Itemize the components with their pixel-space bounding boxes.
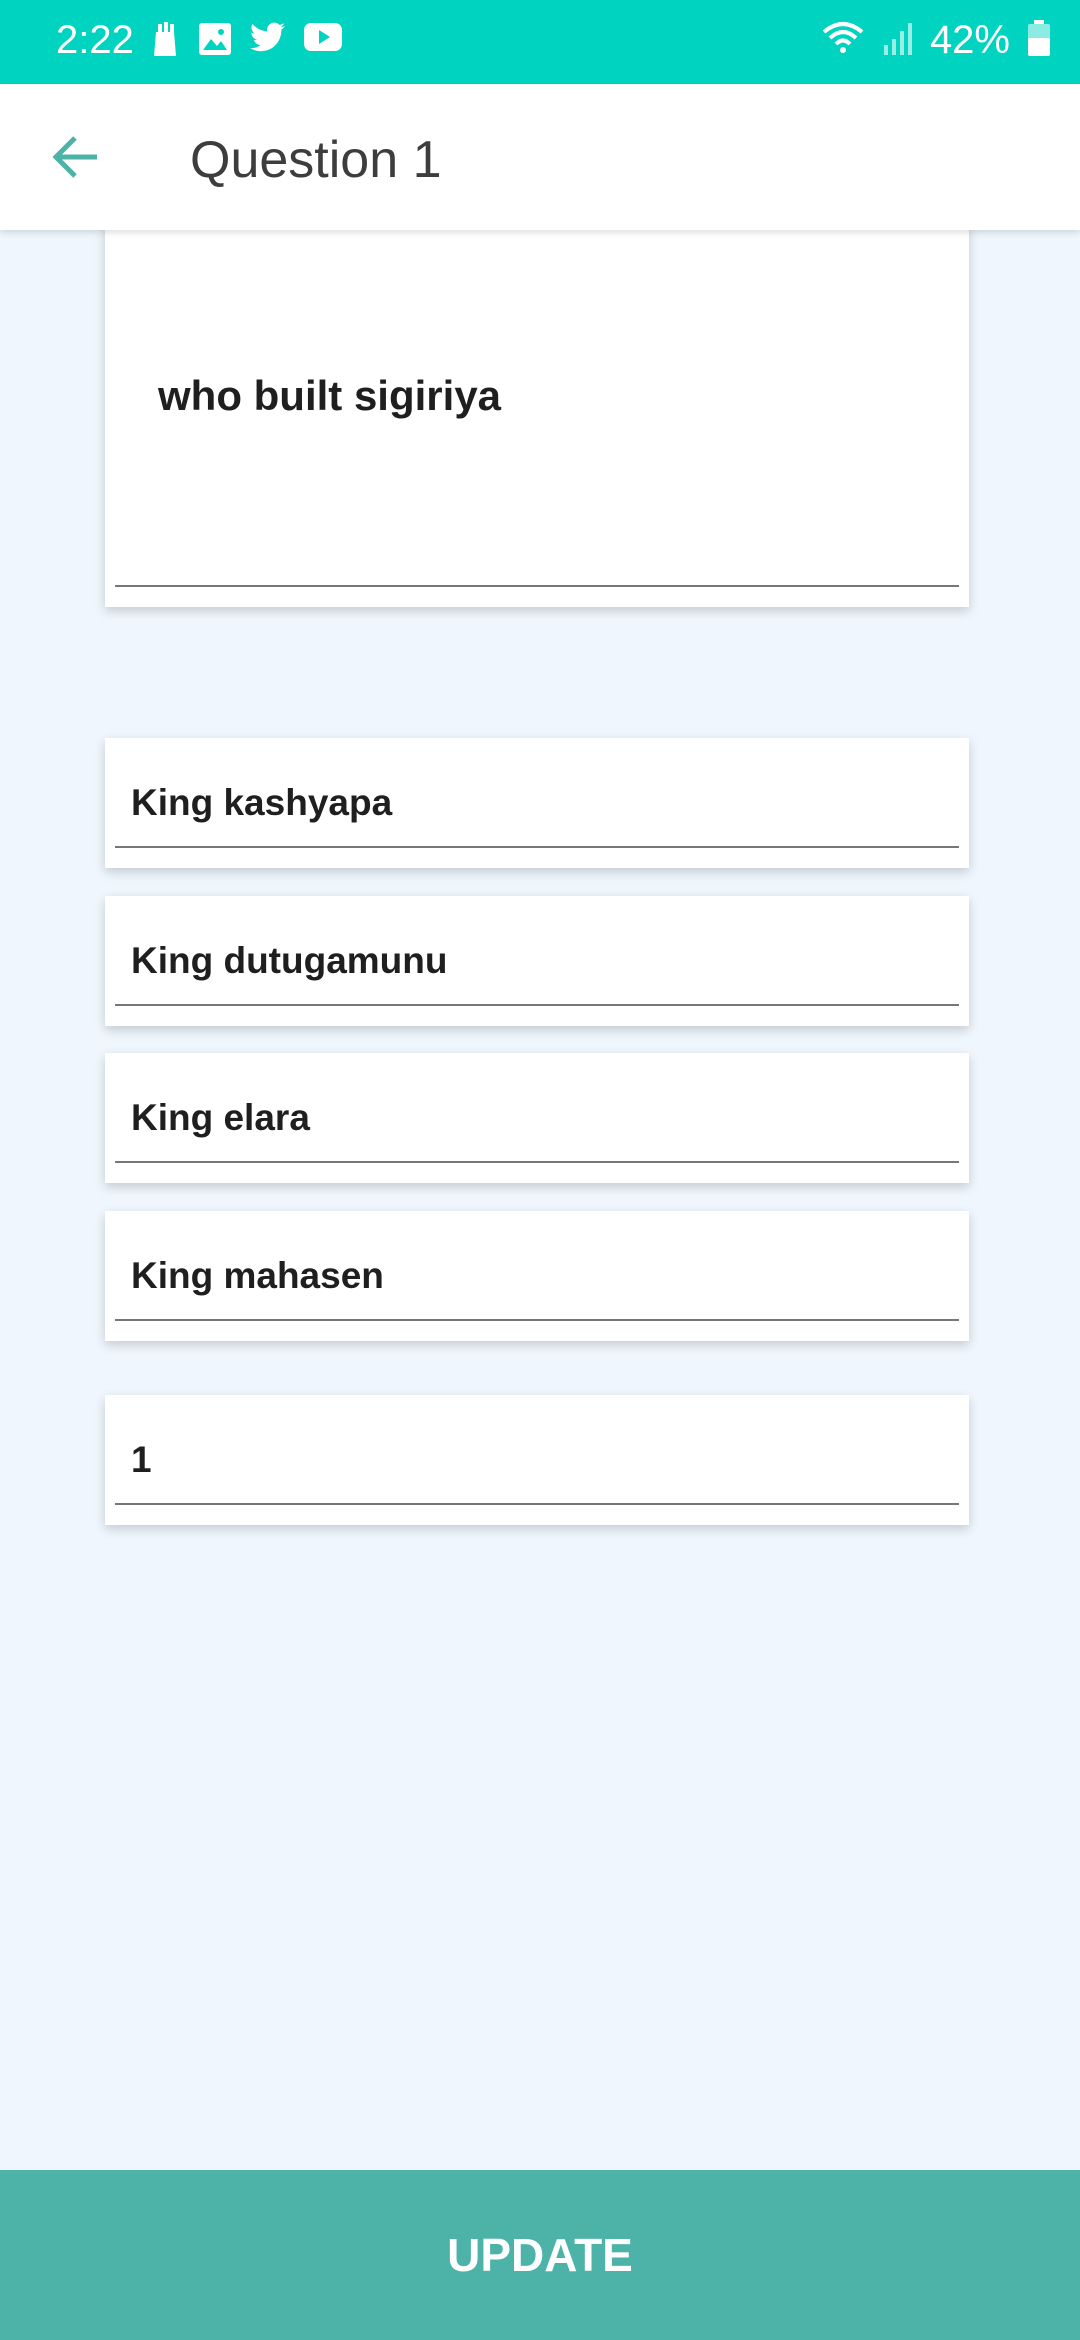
option-text: King dutugamunu [131, 940, 448, 981]
option-input-1[interactable]: King kashyapa [105, 738, 969, 868]
input-underline [115, 846, 959, 848]
app-bar: Question 1 [0, 84, 1080, 230]
signal-icon [882, 21, 912, 60]
status-right: 42% [822, 18, 1050, 63]
twitter-icon [250, 22, 286, 58]
question-text: who built sigiriya [158, 372, 502, 419]
question-form: who built sigiriya King kashyapa King du… [0, 230, 1080, 2170]
input-underline [115, 1004, 959, 1006]
gallery-icon [198, 22, 232, 58]
input-underline [115, 1161, 959, 1163]
option-input-2[interactable]: King dutugamunu [105, 896, 969, 1026]
arrow-back-icon [52, 136, 97, 178]
update-button[interactable]: UPDATE [0, 2170, 1080, 2340]
option-input-4[interactable]: King mahasen [105, 1211, 969, 1341]
option-input-3[interactable]: King elara [105, 1053, 969, 1183]
status-notification-icons [150, 22, 342, 58]
answer-input[interactable]: 1 [105, 1395, 969, 1525]
status-time: 2:22 [56, 18, 134, 62]
status-bar: 2:22 42% [0, 0, 1080, 84]
question-input[interactable]: who built sigiriya [105, 230, 969, 607]
input-underline [115, 585, 959, 587]
youtube-icon [304, 22, 342, 58]
input-underline [115, 1503, 959, 1505]
wifi-icon [822, 20, 864, 61]
battery-icon [1028, 20, 1050, 61]
option-text: King elara [131, 1097, 310, 1138]
page-title: Question 1 [190, 131, 442, 189]
input-underline [115, 1319, 959, 1321]
option-text: King kashyapa [131, 782, 393, 823]
notification-icon [150, 22, 180, 58]
back-button[interactable] [40, 122, 110, 192]
answer-text: 1 [131, 1439, 152, 1480]
option-text: King mahasen [131, 1255, 384, 1296]
battery-percent: 42% [929, 18, 1010, 62]
